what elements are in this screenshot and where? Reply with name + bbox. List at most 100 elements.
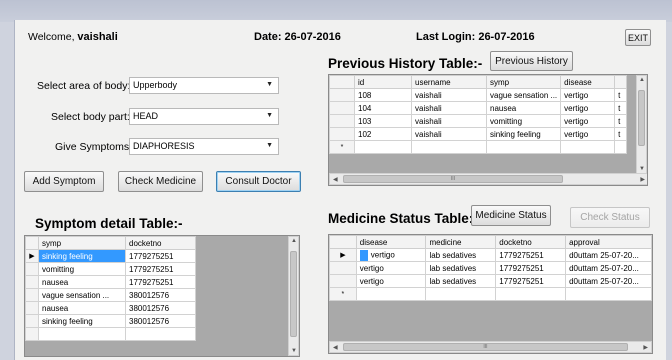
cell[interactable]: t (614, 88, 628, 102)
scroll-thumb[interactable]: III (343, 175, 563, 183)
cell[interactable] (614, 140, 628, 154)
table-row[interactable]: vague sensation ... 380012576 (25, 288, 196, 302)
history-grid[interactable]: id username symp disease 108 vaishali va… (328, 74, 648, 186)
row-header[interactable] (329, 101, 355, 115)
cell[interactable]: vaishali (411, 88, 487, 102)
add-symptom-button[interactable]: Add Symptom (24, 171, 104, 192)
cell[interactable]: vertigo (355, 274, 427, 288)
cell[interactable]: vaishali (411, 114, 487, 128)
history-vertical-scrollbar[interactable]: ▲ ▼ (636, 75, 647, 174)
row-header[interactable] (25, 262, 39, 276)
row-header[interactable] (329, 261, 357, 275)
medicine-col-approval[interactable]: approval (565, 235, 652, 249)
cell[interactable] (495, 287, 567, 301)
cell[interactable]: nausea (38, 275, 126, 289)
medicine-status-button[interactable]: Medicine Status (471, 205, 551, 226)
history-horizontal-scrollbar[interactable]: ◀ III ▶ (329, 173, 647, 185)
part-combo[interactable]: HEAD ▼ (129, 108, 279, 125)
row-header[interactable] (25, 301, 39, 315)
cell[interactable]: vaishali (411, 101, 487, 115)
cell[interactable]: 102 (354, 127, 412, 141)
cell[interactable]: lab sedatives (425, 248, 497, 262)
cell[interactable]: vertigo (560, 101, 616, 115)
cell[interactable]: vertigo (560, 88, 616, 102)
cell[interactable]: vomitting (485, 114, 562, 128)
cell[interactable]: 1779275251 (495, 261, 567, 275)
history-col-id[interactable]: id (354, 75, 412, 89)
table-row[interactable]: nausea 380012576 (25, 301, 196, 315)
cell[interactable]: vaishali (411, 127, 487, 141)
symptom-vertical-scrollbar[interactable]: ▲ ▼ (288, 236, 299, 356)
scroll-right-icon[interactable]: ▶ (643, 344, 648, 351)
cell[interactable] (425, 287, 497, 301)
table-row[interactable]: 104 vaishali nausea vertigo t (329, 101, 628, 115)
table-row[interactable]: ▶ sinking feeling 1779275251 (25, 249, 196, 263)
row-pointer-icon[interactable]: ▶ (25, 249, 39, 263)
cell[interactable]: d0uttam 25-07-20... (565, 261, 652, 275)
scroll-thumb[interactable] (638, 90, 645, 146)
history-col-username[interactable]: username (411, 75, 487, 89)
table-row[interactable]: vertigo lab sedatives 1779275251 d0uttam… (329, 261, 652, 275)
symptom-col-symp[interactable]: symp (38, 236, 126, 250)
symptom-col-docketno[interactable]: docketno (125, 236, 196, 250)
cell[interactable]: d0uttam 25-07-20... (565, 274, 652, 288)
scroll-up-icon[interactable]: ▲ (639, 77, 645, 83)
row-header[interactable] (25, 327, 39, 341)
cell[interactable] (411, 140, 487, 154)
table-row[interactable]: nausea 1779275251 (25, 275, 196, 289)
cell[interactable] (560, 140, 616, 154)
table-row[interactable]: 102 vaishali sinking feeling vertigo t (329, 127, 628, 141)
row-header[interactable] (329, 274, 357, 288)
cell[interactable]: d0uttam 25-07-20... (565, 248, 652, 262)
cell[interactable]: vomitting (38, 262, 126, 276)
symptom-combo[interactable]: DIAPHORESIS ▼ (129, 138, 279, 155)
new-row[interactable]: * (329, 140, 628, 154)
cell[interactable] (565, 287, 652, 301)
new-row[interactable]: * (329, 287, 652, 301)
history-col-disease[interactable]: disease (560, 75, 616, 89)
scroll-down-icon[interactable]: ▼ (291, 348, 297, 354)
table-row-partial[interactable] (25, 327, 196, 341)
scroll-right-icon[interactable]: ▶ (640, 176, 645, 183)
row-header[interactable] (329, 88, 355, 102)
cell[interactable]: vertigo (355, 261, 427, 275)
cell[interactable]: 380012576 (125, 288, 196, 302)
cell[interactable] (355, 287, 427, 301)
previous-history-button[interactable]: Previous History (490, 51, 573, 71)
cell[interactable]: 1779275251 (125, 262, 196, 276)
scroll-left-icon[interactable]: ◀ (333, 176, 338, 183)
history-col-symp[interactable]: symp (485, 75, 562, 89)
cell[interactable] (38, 327, 126, 341)
cell[interactable]: 1779275251 (495, 274, 567, 288)
row-header[interactable] (25, 288, 39, 302)
table-row[interactable]: ▶ vertigo lab sedatives 1779275251 d0utt… (329, 248, 652, 262)
cell[interactable]: t (614, 114, 628, 128)
cell[interactable]: nausea (38, 301, 126, 315)
cell[interactable]: sinking feeling (485, 127, 562, 141)
exit-button[interactable]: EXIT (625, 29, 651, 46)
area-combo[interactable]: Upperbody ▼ (129, 77, 279, 94)
cell[interactable]: lab sedatives (425, 274, 497, 288)
row-pointer-icon[interactable]: ▶ (329, 248, 357, 262)
cell[interactable]: vertigo (560, 114, 616, 128)
cell[interactable]: t (614, 101, 628, 115)
cell[interactable]: 1779275251 (125, 249, 196, 263)
table-row[interactable]: 108 vaishali vague sensation ... vertigo… (329, 88, 628, 102)
cell[interactable]: lab sedatives (425, 261, 497, 275)
consult-doctor-button[interactable]: Consult Doctor (216, 171, 301, 192)
cell[interactable] (125, 327, 196, 341)
combo-arrow-icon[interactable]: ▼ (266, 81, 273, 88)
row-header[interactable] (329, 114, 355, 128)
check-medicine-button[interactable]: Check Medicine (118, 171, 203, 192)
cell[interactable]: nausea (485, 101, 562, 115)
scroll-up-icon[interactable]: ▲ (291, 238, 297, 244)
row-header[interactable] (329, 127, 355, 141)
medicine-col-medicine[interactable]: medicine (425, 235, 497, 249)
scroll-thumb[interactable]: III (343, 343, 628, 351)
cell[interactable]: t (614, 127, 628, 141)
cell[interactable]: vertigo (560, 127, 616, 141)
cell[interactable]: sinking feeling (38, 314, 126, 328)
medicine-col-disease[interactable]: disease (355, 235, 427, 249)
cell[interactable] (485, 140, 562, 154)
scroll-left-icon[interactable]: ◀ (333, 344, 338, 351)
